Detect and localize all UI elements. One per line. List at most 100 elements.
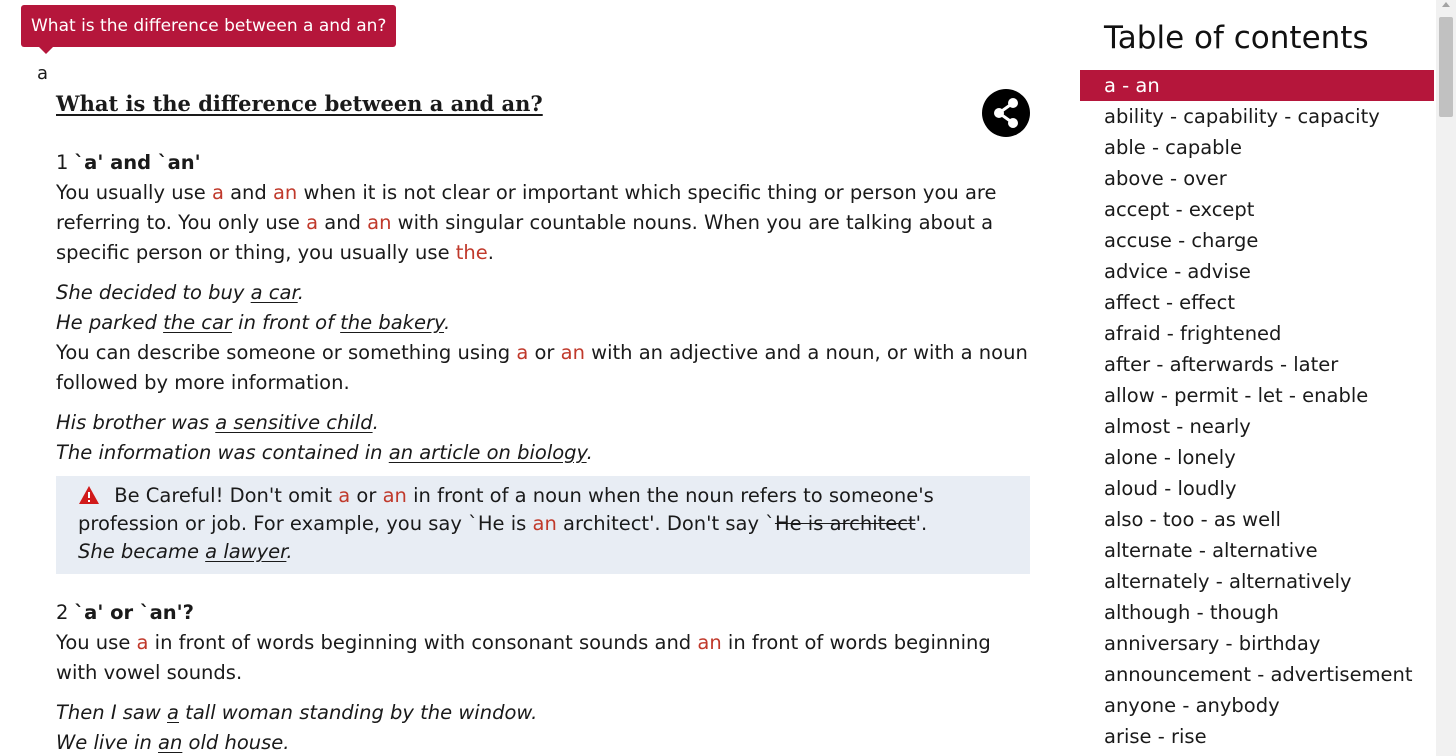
highlight-word: a [306, 211, 319, 234]
highlight-word: the [455, 241, 488, 264]
title-tooltip: What is the difference between a and an? [21, 5, 397, 54]
text: old house. [182, 731, 290, 754]
toc-item[interactable]: also - too - as well [1080, 504, 1434, 535]
article-title: What is the difference between a and an? [56, 91, 543, 116]
text: The information was contained in [56, 441, 389, 464]
highlight-word: an [560, 341, 585, 364]
text: . [487, 241, 494, 264]
example-sentence: She decided to buy a car. [56, 278, 1030, 308]
highlight-word: an [382, 484, 407, 507]
underlined-phrase: a lawyer [205, 540, 287, 563]
incorrect-example: He is architect [774, 512, 916, 535]
highlight-word: an [272, 181, 298, 204]
text: tall woman standing by the window. [178, 701, 538, 724]
underlined-phrase: the bakery [340, 311, 445, 334]
highlight-word: an [367, 211, 392, 234]
toc-item[interactable]: ability - capability - capacity [1080, 101, 1434, 132]
toc-item[interactable]: although - though [1080, 597, 1434, 628]
text: '. [915, 512, 928, 535]
toc-item[interactable]: afraid - frightened [1080, 318, 1434, 349]
table-of-contents: Table of contents a - an ability - capabi… [1080, 0, 1434, 756]
highlight-word: a [136, 631, 149, 654]
underlined-phrase: a sensitive child [215, 411, 373, 434]
toc-list: a - an ability - capability - capacity abl… [1080, 70, 1434, 752]
warning-icon [79, 486, 99, 504]
text: . [372, 411, 379, 434]
toc-item[interactable]: anniversary - birthday [1080, 628, 1434, 659]
toc-item[interactable]: able - capable [1080, 132, 1434, 163]
toc-item[interactable]: arise - rise [1080, 721, 1434, 752]
text: in front of [231, 311, 341, 334]
underlined-phrase: a [167, 701, 179, 724]
scroll-up-arrow-icon[interactable] [1442, 2, 1450, 7]
toc-item[interactable]: announcement - advertisement [1080, 659, 1434, 690]
underlined-phrase: a car [250, 281, 298, 304]
toc-item[interactable]: accept - except [1080, 194, 1434, 225]
text: . [286, 540, 293, 563]
section-number: 1 [56, 151, 69, 174]
underlined-phrase: the car [163, 311, 232, 334]
text: Then I saw [56, 701, 168, 724]
article: What is the difference between a and an?… [56, 88, 1030, 756]
underlined-phrase: an [158, 731, 183, 754]
text: You can describe someone or something us… [56, 341, 517, 364]
underlined-phrase: an article on biology [388, 441, 587, 464]
scrollbar-thumb[interactable] [1439, 17, 1453, 117]
highlight-word: an [532, 512, 557, 535]
example-sentence: Then I saw a tall woman standing by the … [56, 698, 1030, 728]
toc-item[interactable]: almost - nearly [1080, 411, 1434, 442]
toc-item[interactable]: accuse - charge [1080, 225, 1434, 256]
toc-item[interactable]: affect - effect [1080, 287, 1434, 318]
example-sentence: He parked the car in front of the bakery… [56, 308, 1030, 338]
text: and [223, 181, 273, 204]
toc-item[interactable]: above - over [1080, 163, 1434, 194]
example-sentence: She became a lawyer. [78, 538, 1008, 566]
highlight-word: an [697, 631, 722, 654]
toc-item[interactable]: advice - advise [1080, 256, 1434, 287]
text: She decided to buy [56, 281, 251, 304]
toc-item[interactable]: alternate - alternative [1080, 535, 1434, 566]
headword: a [37, 63, 49, 84]
section-1-heading: 1 `a' and `an' [56, 148, 1030, 178]
note-text: Be Careful! Don't omit a or an in front … [78, 482, 1008, 538]
example-sentence: His brother was a sensitive child. [56, 408, 1030, 438]
paragraph: You can describe someone or something us… [56, 338, 1030, 398]
toc-item[interactable]: after - afterwards - later [1080, 349, 1434, 380]
section-title: `a' and `an' [74, 151, 201, 174]
toc-title: Table of contents [1104, 20, 1369, 56]
warning-note: Be Careful! Don't omit a or an in front … [56, 476, 1030, 574]
highlight-word: a [516, 341, 529, 364]
toc-item[interactable]: alternately - alternatively [1080, 566, 1434, 597]
text: You usually use [56, 181, 212, 204]
text: architect'. Don't say ` [556, 512, 775, 535]
example-sentence: We live in an old house. [56, 728, 1030, 756]
section-number: 2 [56, 601, 69, 624]
toc-item[interactable]: a - an [1080, 70, 1434, 101]
toc-item[interactable]: aloud - loudly [1080, 473, 1434, 504]
text: His brother was [56, 411, 216, 434]
text: . [444, 311, 451, 334]
text: She became [78, 540, 206, 563]
section-2-heading: 2 `a' or `an'? [56, 598, 1030, 628]
text: Be Careful! Don't omit [108, 484, 339, 507]
text: We live in [56, 731, 159, 754]
toc-item[interactable]: alone - lonely [1080, 442, 1434, 473]
text: . [586, 441, 593, 464]
text: He parked [56, 311, 164, 334]
text: or [528, 341, 561, 364]
text: in front of words beginning with consona… [148, 631, 698, 654]
scrollbar[interactable] [1436, 0, 1456, 756]
paragraph: You usually use a and an when it is not … [56, 178, 1030, 268]
page: What is the difference between a and an?… [0, 0, 1456, 756]
highlight-word: a [338, 484, 351, 507]
example-sentence: The information was contained in an arti… [56, 438, 1030, 468]
text: You use [56, 631, 137, 654]
toc-item[interactable]: allow - permit - let - enable [1080, 380, 1434, 411]
text: or [350, 484, 383, 507]
toc-item[interactable]: anyone - anybody [1080, 690, 1434, 721]
paragraph: You use a in front of words beginning wi… [56, 628, 1030, 688]
text: . [297, 281, 304, 304]
section-title: `a' or `an'? [74, 601, 194, 624]
highlight-word: a [211, 181, 224, 204]
text: and [318, 211, 368, 234]
